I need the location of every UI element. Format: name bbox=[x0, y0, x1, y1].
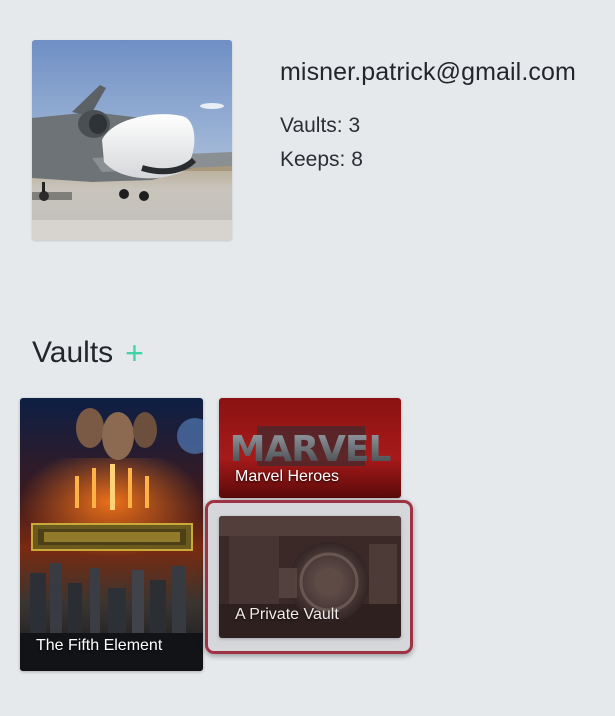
profile-avatar bbox=[32, 40, 232, 240]
vault-name: A Private Vault bbox=[235, 606, 339, 623]
profile-page: misner.patrick@gmail.com Vaults: 3 Keeps… bbox=[0, 0, 615, 716]
vault-card-private-vault[interactable]: A Private Vault bbox=[219, 516, 401, 638]
marvel-logo-text: MARVEL bbox=[230, 429, 391, 470]
add-vault-button[interactable]: + bbox=[125, 337, 144, 369]
vaults-heading: Vaults + bbox=[32, 336, 144, 370]
fifth-element-poster bbox=[20, 398, 203, 671]
keep-count: Keeps: 8 bbox=[280, 148, 363, 171]
vault-card-fifth-element[interactable]: The Fifth Element bbox=[20, 398, 203, 671]
profile-info: misner.patrick@gmail.com Vaults: 3 Keeps… bbox=[280, 58, 576, 177]
vault-name: The Fifth Element bbox=[36, 637, 163, 654]
user-email: misner.patrick@gmail.com bbox=[280, 58, 576, 86]
vault-name: Marvel Heroes bbox=[235, 468, 340, 485]
vaults-title: Vaults bbox=[32, 336, 114, 369]
profile-stats: Vaults: 3 Keeps: 8 bbox=[280, 109, 576, 177]
vault-card-marvel-heroes[interactable]: MARVEL Marvel Heroes bbox=[219, 398, 401, 498]
vault-count: Vaults: 3 bbox=[280, 114, 361, 137]
drone-aircraft-image bbox=[32, 40, 232, 240]
